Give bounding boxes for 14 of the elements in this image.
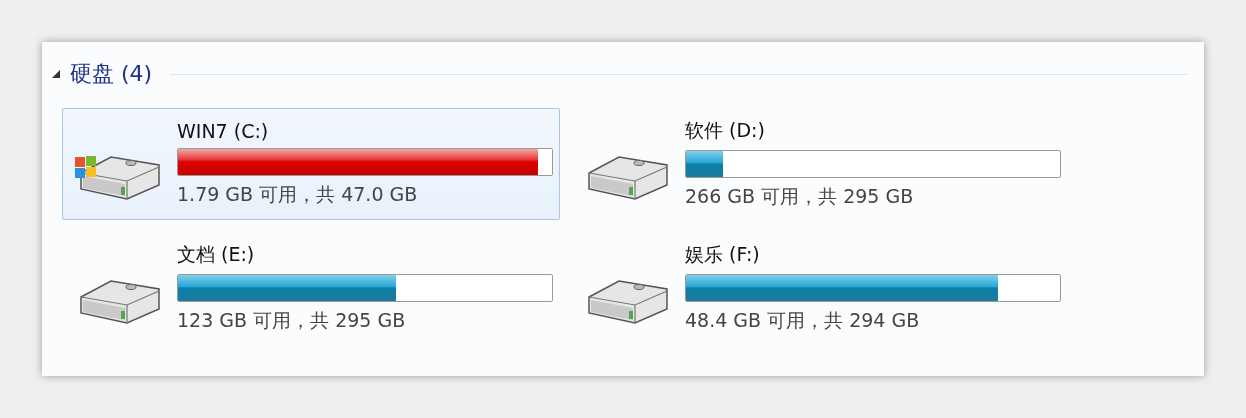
drive-item[interactable]: 文档 (E:) 123 GB 可用，共 295 GB bbox=[62, 232, 560, 344]
free-space-text: 123 GB 可用，共 295 GB bbox=[177, 308, 407, 333]
drive-item[interactable]: 娱乐 (F:) 48.4 GB 可用，共 294 GB bbox=[570, 232, 1068, 344]
group-title: 硬盘 (4) bbox=[70, 60, 153, 88]
collapse-icon[interactable] bbox=[50, 68, 62, 80]
drive-name: 文档 (E:) bbox=[177, 242, 256, 267]
free-space-text: 48.4 GB 可用，共 294 GB bbox=[685, 308, 921, 333]
drive-name: 娱乐 (F:) bbox=[685, 242, 761, 267]
free-space-text: 266 GB 可用，共 295 GB bbox=[685, 184, 915, 209]
drive-item[interactable]: 软件 (D:) 266 GB 可用，共 295 GB bbox=[570, 108, 1068, 220]
free-space-text: 1.79 GB 可用，共 47.0 GB bbox=[177, 182, 419, 207]
drive-name: 软件 (D:) bbox=[685, 118, 766, 143]
drive-name: WIN7 (C:) bbox=[177, 120, 270, 142]
drive-item[interactable]: WIN7 (C:) 1.79 GB 可用，共 47.0 GB bbox=[62, 108, 560, 220]
